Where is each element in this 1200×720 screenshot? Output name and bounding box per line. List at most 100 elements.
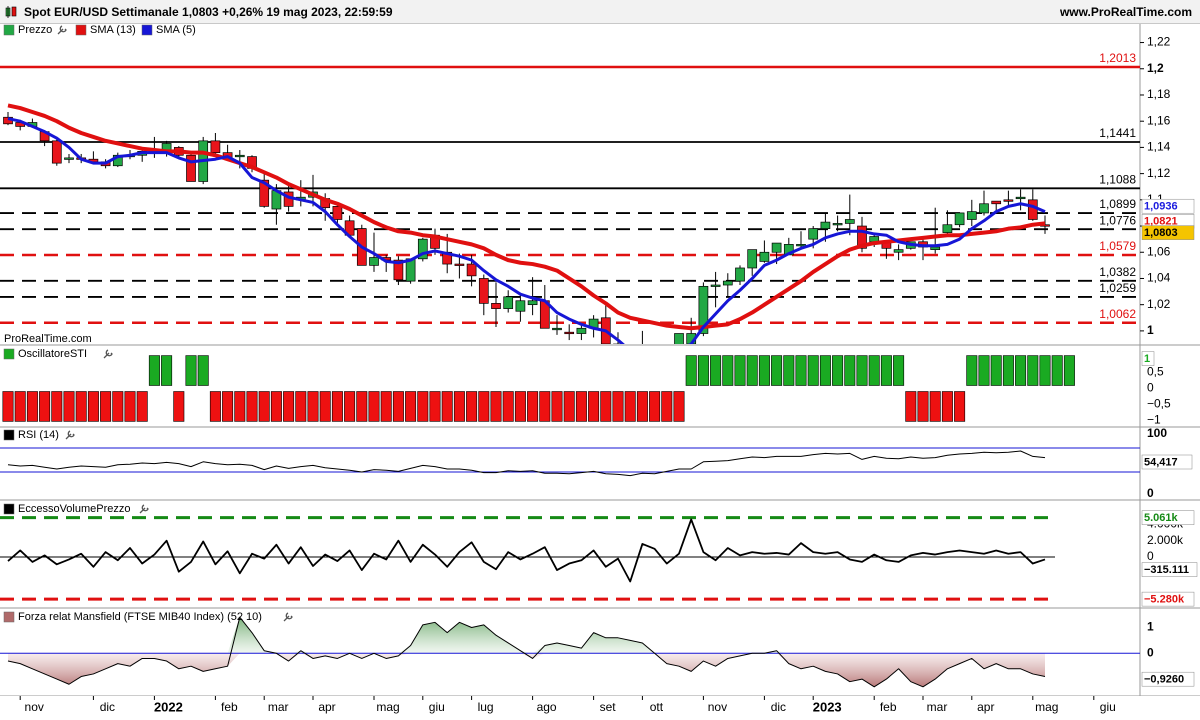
candle-body bbox=[64, 157, 74, 160]
candle-body bbox=[454, 263, 465, 266]
candle-body bbox=[186, 154, 196, 182]
sti-bar bbox=[100, 391, 112, 422]
sti-bar bbox=[161, 355, 173, 386]
legend-label: Forza relat Mansfield (FTSE MIB40 Index)… bbox=[18, 611, 262, 623]
candle-body bbox=[650, 357, 659, 365]
candle-body bbox=[747, 249, 758, 269]
sti-bar bbox=[222, 391, 234, 422]
sti-bar bbox=[14, 391, 26, 422]
sti-bar bbox=[173, 391, 185, 422]
y-tick-label: 1,2 bbox=[1147, 61, 1164, 75]
sti-bar bbox=[783, 355, 795, 386]
sti-bar bbox=[185, 355, 197, 386]
candle-body bbox=[638, 357, 647, 359]
sti-bar bbox=[270, 391, 282, 422]
price-legend: Prezzo SMA (13) SMA (5) bbox=[3, 24, 196, 36]
sti-bar bbox=[893, 355, 905, 386]
candle-body bbox=[710, 284, 721, 287]
legend-label: Prezzo bbox=[18, 24, 52, 36]
sti-bar bbox=[75, 391, 87, 422]
candle-body bbox=[478, 278, 489, 304]
sti-bar bbox=[136, 391, 148, 422]
wrench-icon-path bbox=[57, 25, 67, 35]
x-tick-label: ott bbox=[650, 700, 664, 714]
rsi-last-value: 54,417 bbox=[1144, 456, 1178, 468]
y-tick-label: 1 bbox=[1147, 323, 1154, 337]
candle-body bbox=[515, 300, 526, 312]
candle-body bbox=[1003, 199, 1014, 202]
sti-bar bbox=[746, 355, 758, 386]
y-tick-label: 1,12 bbox=[1147, 166, 1171, 180]
sti-bar bbox=[246, 391, 258, 422]
sti-bar bbox=[1051, 355, 1063, 386]
sti-bar bbox=[685, 355, 697, 386]
candle-body bbox=[369, 257, 379, 266]
x-tick-label: giu bbox=[1100, 700, 1116, 714]
sti-bar bbox=[600, 391, 612, 422]
sti-bar bbox=[978, 355, 990, 386]
candle-body bbox=[491, 303, 501, 309]
candle-body bbox=[527, 300, 538, 306]
sti-bar bbox=[429, 391, 441, 422]
candle-body bbox=[808, 228, 819, 240]
level-label: 1,2013 bbox=[1099, 51, 1136, 65]
sti-bar bbox=[466, 391, 478, 422]
sti-bar bbox=[734, 355, 746, 386]
mansfield-negative-area bbox=[8, 653, 1045, 687]
sti-bar bbox=[502, 391, 514, 422]
mansfield-last-value: −0,9260 bbox=[1144, 674, 1184, 686]
evp-legend: EccessoVolumePrezzo bbox=[3, 503, 149, 515]
sti-bar bbox=[563, 391, 575, 422]
watermark: ProRealTime.com bbox=[4, 333, 92, 345]
candle-body bbox=[576, 327, 587, 334]
candle-body bbox=[210, 140, 221, 153]
sti-bar bbox=[344, 391, 356, 422]
candle-body bbox=[552, 327, 562, 331]
legend-label: OscillatoreSTI bbox=[18, 348, 87, 360]
sti-bar bbox=[880, 355, 892, 386]
sti-bar bbox=[661, 391, 673, 422]
candle-body bbox=[674, 333, 684, 344]
sti-bar bbox=[954, 391, 966, 422]
sti-bar bbox=[2, 391, 14, 422]
x-tick-label: feb bbox=[880, 700, 897, 714]
candle-body bbox=[466, 263, 477, 277]
mansfield-legend: Forza relat Mansfield (FTSE MIB40 Index)… bbox=[3, 611, 293, 623]
sma5-last-value: 1,0936 bbox=[1144, 201, 1178, 213]
sti-bar bbox=[87, 391, 99, 422]
candle-body bbox=[771, 242, 782, 253]
sti-bar bbox=[478, 391, 490, 422]
x-tick-label: ago bbox=[537, 700, 557, 714]
candle-body bbox=[930, 246, 941, 250]
x-tick-label: mag bbox=[376, 700, 399, 714]
level-label: 1,0062 bbox=[1099, 307, 1136, 321]
candle-body bbox=[954, 212, 965, 226]
wrench-icon-path bbox=[65, 430, 75, 440]
x-tick-label: set bbox=[600, 700, 617, 714]
sti-bar bbox=[856, 355, 868, 386]
sti-bar bbox=[1002, 355, 1014, 386]
evp-tick-label: 0 bbox=[1147, 549, 1154, 563]
evp-upper-label: 5.061k bbox=[1144, 512, 1179, 524]
sti-bar bbox=[209, 391, 221, 422]
sti-bar bbox=[356, 391, 368, 422]
candle-body bbox=[820, 221, 831, 230]
candle-body bbox=[966, 211, 977, 220]
x-tick-label: nov bbox=[708, 700, 727, 714]
site-link[interactable]: www.ProRealTime.com bbox=[1060, 5, 1192, 19]
y-tick-label: 1,14 bbox=[1147, 140, 1171, 154]
sti-legend: OscillatoreSTI bbox=[3, 348, 113, 360]
evp-tick-label: 2.000k bbox=[1147, 533, 1184, 547]
rsi-tick-label: 0 bbox=[1147, 486, 1154, 500]
sti-tick-label: 0,5 bbox=[1147, 365, 1164, 379]
x-tick-label: feb bbox=[221, 700, 238, 714]
candle-body bbox=[503, 296, 514, 309]
mansfield-tick-label: 0 bbox=[1147, 645, 1154, 659]
sti-bar bbox=[63, 391, 75, 422]
candle-body bbox=[759, 251, 770, 262]
sti-bar bbox=[697, 355, 709, 386]
legend-label: SMA (5) bbox=[156, 24, 196, 36]
candle-body bbox=[234, 154, 245, 158]
x-tick-label: 2023 bbox=[813, 699, 842, 714]
candle-body bbox=[796, 244, 806, 247]
